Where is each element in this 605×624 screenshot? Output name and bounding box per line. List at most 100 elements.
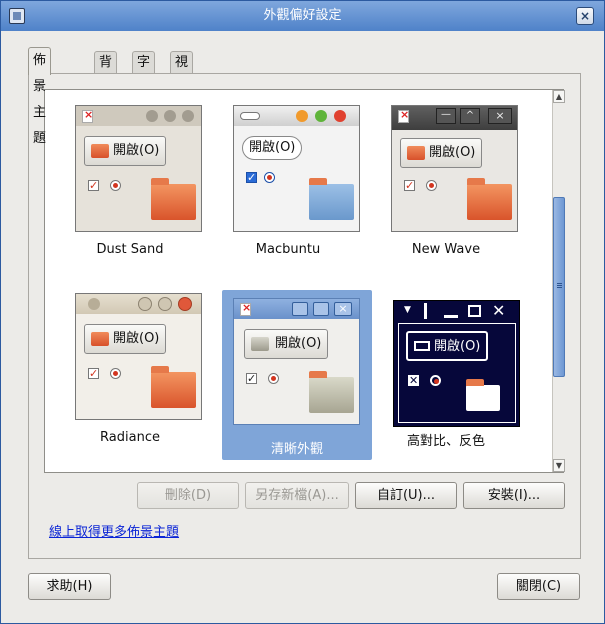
maximize-icon [164,110,176,122]
window-close-button[interactable]: × [576,7,594,25]
theme-name: 高對比、反色 [406,434,485,449]
theme-clearlooks[interactable]: × 開啟(O) ✓ 清晰外觀 [222,290,372,460]
preview-open-button: 開啟(O) [400,138,483,168]
checkbox-icon: ✓ [246,171,257,184]
theme-preview: 開啟(O) ✓ [75,293,202,420]
save-as-button[interactable]: 另存新檔(A)... [245,482,349,509]
preview-open-button: 開啟(O) [406,331,489,361]
close-icon [178,297,192,311]
checkbox-icon: ✓ [404,179,415,192]
close-icon [182,110,194,122]
theme-list[interactable]: 開啟(O) ✓ Dust Sand 開啟(O) ✓ [44,89,565,473]
minimize-icon [292,302,308,316]
folder-icon [251,337,269,351]
theme-macbuntu[interactable]: 開啟(O) ✓ Macbuntu [213,102,363,272]
maximize-icon [315,110,327,122]
customize-button[interactable]: 自訂(U)... [355,482,457,509]
folder-icon [467,178,512,220]
radio-icon [268,373,279,384]
theme-preview: × 開啟(O) ✓ [233,298,360,425]
preview-open-label: 開啟(O) [113,331,160,346]
document-icon [398,108,409,123]
checkbox-icon: ✓ [88,367,99,380]
theme-name: Radiance [100,430,160,445]
scrollbar-thumb[interactable] [553,197,565,377]
maximize-icon: ^ [460,108,480,124]
tab-theme[interactable]: 佈景主題 [28,47,52,146]
scroll-down-icon[interactable]: ▼ [553,459,565,472]
appearance-preferences-window: 外觀偏好設定 × 佈景主題 背景 字型 視覺效果 開啟(O) ✓ [0,0,605,624]
theme-dust-sand[interactable]: 開啟(O) ✓ Dust Sand [55,102,205,272]
pill-icon [240,112,260,120]
radio-icon [264,172,275,183]
title-bar[interactable]: 外觀偏好設定 × [1,1,604,31]
minimize-icon [444,315,458,318]
preview-open-label: 開啟(O) [113,143,160,158]
radio-icon [110,368,121,379]
folder-icon [309,371,354,413]
tab-fonts[interactable]: 字型 [132,51,156,92]
theme-radiance[interactable]: 開啟(O) ✓ Radiance [55,290,205,460]
theme-preview: ▼ ✕ 開啟(O) ✕ [393,300,520,427]
theme-list-scrollbar[interactable]: ▲ ▼ [552,90,565,472]
preview-open-button: 開啟(O) [244,329,329,359]
get-more-themes-link[interactable]: 線上取得更多佈景主題 [49,521,179,540]
preview-titlebar [76,294,201,314]
theme-name: 清晰外觀 [270,442,323,457]
close-button[interactable]: 關閉(C) [497,573,580,600]
preview-titlebar: ▼ ✕ [394,301,519,323]
folder-icon [407,146,425,160]
scroll-up-icon[interactable]: ▲ [553,90,565,103]
close-icon [334,110,346,122]
theme-new-wave[interactable]: — ^ × 開啟(O) ✓ New Wave [371,102,521,272]
menu-icon: ▼ [404,305,411,315]
document-icon [240,301,251,316]
theme-preview: 開啟(O) ✓ [233,105,360,232]
theme-high-contrast-inverse[interactable]: ▼ ✕ 開啟(O) ✕ 高對比、反色 [371,290,521,460]
folder-icon [151,178,196,220]
help-button[interactable]: 求助(H) [28,573,111,600]
delete-button[interactable]: 刪除(D) [137,482,239,509]
preview-open-label: 開啟(O) [249,140,296,155]
window-menu-icon[interactable] [9,8,25,24]
theme-panel: 開啟(O) ✓ Dust Sand 開啟(O) ✓ [28,73,581,559]
preview-titlebar: — ^ × [392,106,517,130]
theme-name: Macbuntu [255,242,321,257]
theme-preview: — ^ × 開啟(O) ✓ [391,105,518,232]
separator-icon [424,303,427,319]
preview-open-button: 開啟(O) [242,136,303,160]
theme-preview: 開啟(O) ✓ [75,105,202,232]
folder-icon [309,178,354,220]
preview-open-label: 開啟(O) [275,336,322,351]
minimize-icon [296,110,308,122]
radio-icon [426,180,437,191]
folder-icon [151,366,196,408]
tab-visual-effects[interactable]: 視覺效果 [170,51,194,136]
theme-name: New Wave [411,242,481,257]
folder-icon [466,379,500,411]
document-icon [82,108,93,123]
theme-name: Dust Sand [96,242,164,257]
radio-icon [430,375,441,386]
preview-titlebar [76,106,201,126]
preview-titlebar [234,106,359,126]
minimize-icon [138,297,152,311]
maximize-icon [313,302,329,316]
preview-open-button: 開啟(O) [84,324,167,354]
preview-titlebar: × [234,299,359,319]
install-button[interactable]: 安裝(I)... [463,482,565,509]
checkbox-icon: ✕ [408,374,419,387]
menu-icon [88,298,100,310]
folder-icon [414,341,430,351]
radio-icon [110,180,121,191]
folder-icon [91,332,109,346]
maximize-icon [468,305,481,317]
preview-open-button: 開啟(O) [84,136,167,166]
checkbox-icon: ✓ [246,372,257,385]
checkbox-icon: ✓ [88,179,99,192]
maximize-icon [158,297,172,311]
minimize-icon: — [436,108,456,124]
preview-open-label: 開啟(O) [429,145,476,160]
tab-background[interactable]: 背景 [94,51,118,92]
window-title: 外觀偏好設定 [263,8,342,23]
